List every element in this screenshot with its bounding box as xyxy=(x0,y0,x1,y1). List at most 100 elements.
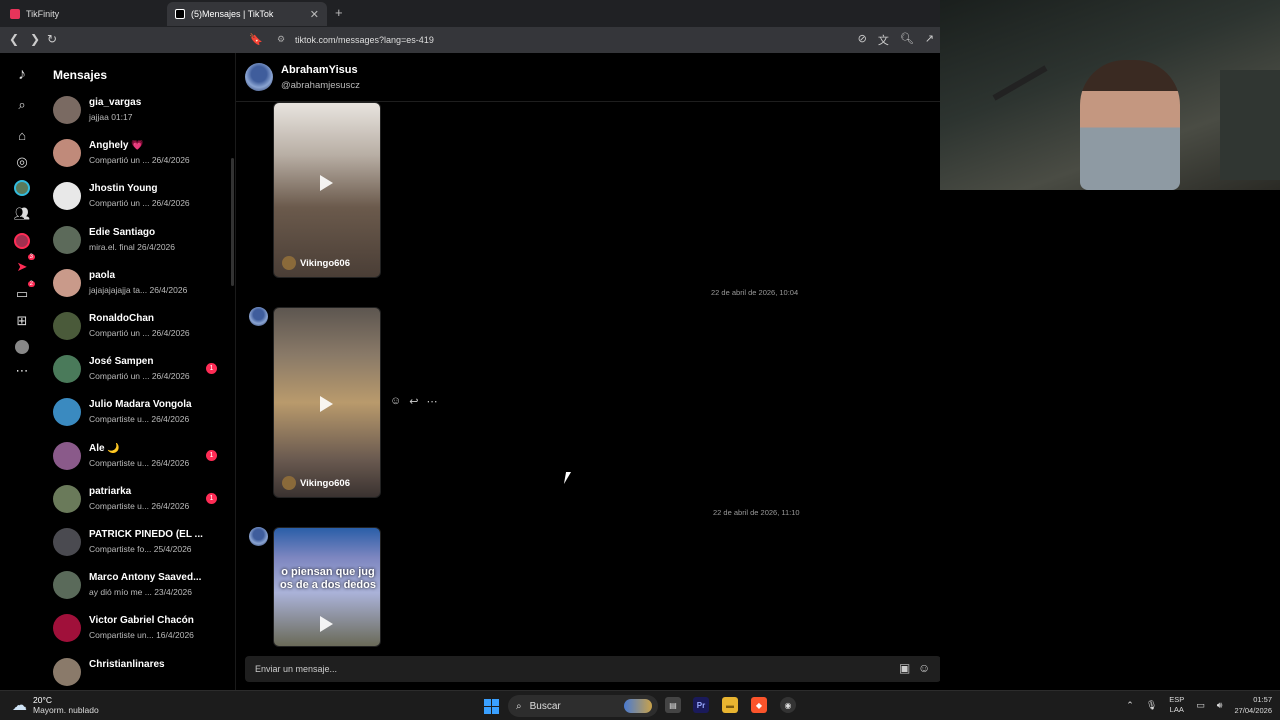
conversation-item[interactable]: Edie Santiago mira.el. final 26/4/2026 xyxy=(44,225,232,268)
message-input[interactable] xyxy=(255,660,855,678)
shared-video-message[interactable]: o piensan que jug os de a dos dedos xyxy=(273,527,381,647)
tiktok-logo-icon[interactable]: ♪ xyxy=(12,65,32,85)
conversation-item[interactable]: Marco Antony Saaved... ay dió mío me ... … xyxy=(44,570,232,613)
conversation-item[interactable]: José Sampen Compartió un ... 26/4/2026 1 xyxy=(44,354,232,397)
translate-icon[interactable]: 文 xyxy=(878,32,889,48)
conversation-item[interactable]: RonaldoChan Compartió un ... 26/4/2026 xyxy=(44,311,232,354)
site-settings-icon[interactable]: ⚙ xyxy=(277,34,285,45)
url-text: tiktok.com/messages?lang=es-419 xyxy=(295,35,434,45)
volume-icon[interactable]: 🔊︎ xyxy=(1217,700,1223,711)
reply-icon[interactable]: ↩ xyxy=(409,395,418,408)
chat-panel: AbrahamYisus @abrahamjesuscz Vikingo606 … xyxy=(236,53,941,690)
conversation-item[interactable]: Jhostin Young Compartió un ... 26/4/2026 xyxy=(44,181,232,224)
inbox-badge: 2 xyxy=(27,281,35,287)
weather-desc: Mayorm. nublado xyxy=(33,705,99,715)
url-field[interactable]: ⚙ tiktok.com/messages?lang=es-419 xyxy=(271,29,940,51)
live-icon[interactable] xyxy=(12,231,32,251)
background-shelf xyxy=(1220,70,1280,180)
react-icon[interactable]: ☺ xyxy=(390,395,401,408)
shared-video-message[interactable]: Vikingo606 xyxy=(273,307,381,498)
weather-temp: 20°C xyxy=(33,695,52,705)
emoji-icon[interactable]: ☺ xyxy=(918,661,930,675)
start-button[interactable] xyxy=(484,699,499,714)
send-icon[interactable]: ➤ 3 xyxy=(12,254,35,277)
contact-name[interactable]: AbrahamYisus xyxy=(281,64,358,76)
conversation-item[interactable]: Ale 🌙 Compartiste u... 26/4/2026 1 xyxy=(44,441,232,484)
conversation-name: Ale 🌙 xyxy=(89,442,120,454)
reload-button[interactable]: ↻ xyxy=(47,32,57,46)
following-avatar-icon[interactable] xyxy=(12,178,32,198)
bookmark-icon[interactable]: 🔖 xyxy=(249,33,263,46)
premiere-pro-icon[interactable]: Pr xyxy=(693,697,709,713)
conversation-preview: Compartió un ... 26/4/2026 xyxy=(89,328,190,338)
upload-icon[interactable]: ⊞ xyxy=(12,311,32,331)
play-icon xyxy=(320,616,333,632)
task-view-icon[interactable]: ▤ xyxy=(665,697,681,713)
conversation-item[interactable]: PATRICK PINEDO (EL ... Compartiste fo... … xyxy=(44,527,232,570)
weather-widget[interactable]: ☁ 20°C Mayorm. nublado xyxy=(12,695,99,715)
conversation-scrollbar[interactable] xyxy=(231,158,234,286)
clock[interactable]: 01:57 27/04/2026 xyxy=(1234,694,1272,716)
show-hidden-icons[interactable]: ⌃ xyxy=(1126,700,1134,711)
browser-tab-bar: TikFinity (5)Mensajes | TikTok ✕ + xyxy=(0,0,940,27)
system-tray: ⌃ 🎙︎ ESP LAA ▭ 🔊︎ 01:57 27/04/2026 xyxy=(1126,694,1272,716)
friends-icon[interactable]: 👥︎ xyxy=(12,204,32,224)
conversation-name: Jhostin Young xyxy=(89,183,158,195)
conversation-item[interactable]: Anghely 💗 Compartió un ... 26/4/2026 xyxy=(44,138,232,181)
avatar xyxy=(53,139,81,168)
inbox-icon[interactable]: ▭ 2 xyxy=(12,281,35,304)
sender-avatar[interactable] xyxy=(249,527,268,546)
conversation-item[interactable]: Julio Madara Vongola Compartiste u... 26/… xyxy=(44,397,232,440)
conversation-item[interactable]: Christianlinares xyxy=(44,657,232,690)
cloud-icon: ☁ xyxy=(12,697,27,714)
forward-button[interactable]: ❯ xyxy=(30,32,40,46)
mouse-cursor xyxy=(563,472,577,484)
shared-video-message[interactable]: Vikingo606 xyxy=(273,102,381,278)
tab-tikfinity[interactable]: TikFinity xyxy=(2,2,162,26)
conversation-item[interactable]: patriarka Compartiste u... 26/4/2026 1 xyxy=(44,484,232,527)
network-icon[interactable]: ▭ xyxy=(1196,700,1205,711)
explore-icon[interactable]: ◎ xyxy=(12,152,32,172)
microphone-icon[interactable]: 🎙︎ xyxy=(1146,700,1157,711)
file-explorer-icon[interactable]: ▬ xyxy=(722,697,738,713)
new-tab-button[interactable]: + xyxy=(335,5,343,20)
sender-avatar[interactable] xyxy=(249,307,268,326)
share-icon[interactable]: ↗ xyxy=(925,32,934,48)
home-icon[interactable]: ⌂ xyxy=(12,125,32,145)
author-avatar xyxy=(282,476,296,490)
unread-badge: 1 xyxy=(206,363,217,375)
weather-text: 20°C Mayorm. nublado xyxy=(33,695,99,715)
search-icon[interactable]: ⌕ xyxy=(12,95,32,115)
conversation-preview: Compartiste u... 26/4/2026 xyxy=(89,500,190,511)
close-tab-icon[interactable]: ✕ xyxy=(310,8,319,21)
contact-avatar[interactable] xyxy=(245,63,273,91)
brave-browser-icon[interactable]: ◆ xyxy=(751,697,767,713)
conversation-preview: Compartiste fo... 25/4/2026 xyxy=(89,544,192,554)
conversation-item[interactable]: paola jajajajajajja ta... 26/4/2026 xyxy=(44,268,232,311)
profile-avatar-icon[interactable] xyxy=(12,337,32,357)
reader-off-icon[interactable]: ⊘ xyxy=(858,32,867,48)
tiktok-favicon-icon xyxy=(175,9,185,19)
back-button[interactable]: ❮ xyxy=(9,32,19,46)
more-options-icon[interactable]: ⋯ xyxy=(426,395,437,408)
mic-arm xyxy=(992,65,1048,101)
language-indicator[interactable]: ESP LAA xyxy=(1169,695,1184,715)
conversation-preview: mira.el. final 26/4/2026 xyxy=(89,241,175,252)
tab-tiktok-messages[interactable]: (5)Mensajes | TikTok ✕ xyxy=(167,2,327,26)
more-icon[interactable]: ⋯ xyxy=(12,361,32,381)
address-bar-row: ❮ ❯ ↻ 🔖 ⚙ tiktok.com/messages?lang=es-41… xyxy=(0,27,940,53)
clock-date: 27/04/2026 xyxy=(1234,706,1272,715)
conversation-item[interactable]: gia_vargas jajjaa 01:17 xyxy=(44,95,232,138)
taskbar-search[interactable]: ⌕ Buscar xyxy=(508,695,658,717)
address-bar-actions: ⊘ 文 🔍︎ ↗ xyxy=(858,32,934,48)
streamer xyxy=(1080,60,1180,190)
conversation-item[interactable]: Victor Gabriel Chacón Compartiste un... 1… xyxy=(44,613,232,656)
author-name: Vikingo606 xyxy=(300,257,350,269)
send-badge: 3 xyxy=(27,254,35,260)
conversation-preview: jajajajajajja ta... 26/4/2026 xyxy=(89,284,188,295)
zoom-icon[interactable]: 🔍︎ xyxy=(900,32,914,48)
play-icon xyxy=(320,396,333,412)
image-icon[interactable]: ▣ xyxy=(899,661,910,675)
avatar xyxy=(53,182,81,211)
obs-icon[interactable]: ◉ xyxy=(780,697,796,713)
